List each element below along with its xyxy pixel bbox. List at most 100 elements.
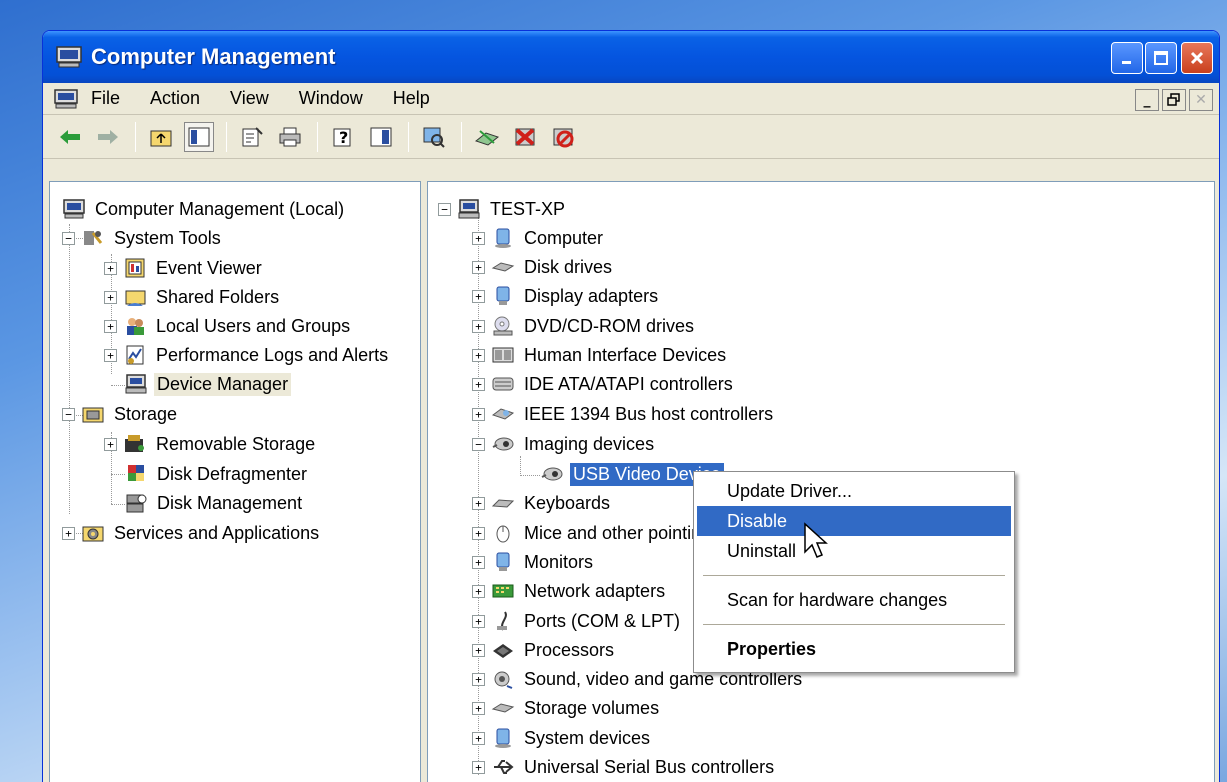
maximize-button[interactable] <box>1145 42 1177 74</box>
close-button[interactable] <box>1181 42 1213 74</box>
expand-toggle[interactable]: + <box>472 348 485 362</box>
tree-node-local-users[interactable]: + Local Users and Groups <box>104 312 353 340</box>
title-bar[interactable]: Computer Management <box>43 31 1219 83</box>
back-arrow-icon <box>60 129 80 144</box>
menu-item-uninstall[interactable]: Uninstall <box>697 536 1011 566</box>
tree-node-shared-folders[interactable]: + Shared Folders <box>104 283 282 311</box>
device-category-processors[interactable]: + Processors <box>472 636 617 664</box>
device-category-storage-volumes[interactable]: + Storage volumes <box>472 694 662 722</box>
tree-node-system-tools[interactable]: − System Tools <box>62 224 224 252</box>
console-tree-pane[interactable]: Computer Management (Local) − System Too… <box>49 181 421 782</box>
expand-toggle[interactable]: + <box>104 319 117 333</box>
device-category-ide[interactable]: + IDE ATA/ATAPI controllers <box>472 370 736 398</box>
mdi-minimize-button[interactable]: _ <box>1135 89 1159 111</box>
back-button[interactable] <box>55 122 85 152</box>
expand-toggle[interactable]: + <box>472 701 485 715</box>
tree-node-disk-defragmenter[interactable]: Disk Defragmenter <box>124 460 310 488</box>
uninstall-button[interactable] <box>510 122 540 152</box>
device-category-ieee1394[interactable]: + IEEE 1394 Bus host controllers <box>472 400 776 428</box>
tree-node-computer-management[interactable]: Computer Management (Local) <box>62 195 347 223</box>
expand-toggle[interactable]: + <box>472 584 485 598</box>
device-category-disk-drives[interactable]: + Disk drives <box>472 253 615 281</box>
tree-label: Disk Management <box>157 492 303 513</box>
update-driver-button[interactable] <box>472 122 502 152</box>
collapse-toggle[interactable]: − <box>62 231 75 245</box>
up-one-level-button[interactable] <box>146 122 176 152</box>
expand-toggle[interactable]: + <box>472 377 485 391</box>
tree-node-device-manager[interactable]: Device Manager <box>124 370 292 398</box>
expand-toggle[interactable]: + <box>62 526 75 540</box>
collapse-toggle[interactable]: − <box>438 202 451 216</box>
menu-window[interactable]: Window <box>299 88 363 109</box>
device-category-computer[interactable]: + Computer <box>472 224 606 252</box>
close-icon <box>1190 51 1204 65</box>
expand-toggle[interactable]: + <box>104 290 117 304</box>
disable-button[interactable] <box>548 122 578 152</box>
tree-label: System Tools <box>114 227 221 248</box>
expand-toggle[interactable]: + <box>472 289 485 303</box>
device-category-label: Computer <box>524 227 604 248</box>
device-category-monitors[interactable]: + Monitors <box>472 548 596 576</box>
mdi-close-button[interactable]: ✕ <box>1189 89 1213 111</box>
device-category-system-devices[interactable]: + System devices <box>472 724 653 752</box>
expand-toggle[interactable]: + <box>472 231 485 245</box>
expand-toggle[interactable]: + <box>104 348 117 362</box>
collapse-toggle[interactable]: − <box>62 407 75 421</box>
expand-toggle[interactable]: + <box>472 760 485 774</box>
expand-toggle[interactable]: + <box>472 496 485 510</box>
collapse-toggle[interactable]: − <box>472 437 485 451</box>
menu-action[interactable]: Action <box>150 88 200 109</box>
expand-toggle[interactable]: + <box>472 319 485 333</box>
device-category-label: Storage volumes <box>524 697 660 718</box>
menu-view[interactable]: View <box>230 88 269 109</box>
tree-node-storage[interactable]: − Storage <box>62 400 180 428</box>
device-category-dvd-cd-rom[interactable]: + DVD/CD-ROM drives <box>472 312 697 340</box>
disk-management-icon <box>126 494 147 513</box>
computer-icon[interactable] <box>53 88 79 110</box>
device-category-display-adapters[interactable]: + Display adapters <box>472 282 661 310</box>
properties-button[interactable] <box>237 122 267 152</box>
device-category-label: Universal Serial Bus controllers <box>524 756 775 777</box>
tree-label: Disk Defragmenter <box>157 463 308 484</box>
tree-node-disk-management[interactable]: Disk Management <box>124 489 305 517</box>
expand-toggle[interactable]: + <box>104 261 117 275</box>
menu-item-scan-hardware[interactable]: Scan for hardware changes <box>697 585 1011 615</box>
forward-button[interactable] <box>93 122 123 152</box>
device-category-keyboards[interactable]: + Keyboards <box>472 489 613 517</box>
tree-node-performance-logs[interactable]: + Performance Logs and Alerts <box>104 341 391 369</box>
device-category-usb[interactable]: + Universal Serial Bus controllers <box>472 753 777 781</box>
tree-node-services-applications[interactable]: + Services and Applications <box>62 519 322 547</box>
menu-item-update-driver[interactable]: Update Driver... <box>697 476 1011 506</box>
menu-bar: File Action View Window Help <box>43 83 1219 115</box>
device-category-hid[interactable]: + Human Interface Devices <box>472 341 729 369</box>
minimize-button[interactable] <box>1111 42 1143 74</box>
device-category-network[interactable]: + Network adapters <box>472 577 668 605</box>
scan-hardware-button[interactable] <box>419 122 449 152</box>
menu-file[interactable]: File <box>91 88 120 109</box>
show-hide-action-pane-button[interactable] <box>366 122 396 152</box>
device-category-imaging[interactable]: − Imaging devices <box>472 430 657 458</box>
expand-toggle[interactable]: + <box>472 614 485 628</box>
expand-toggle[interactable]: + <box>472 407 485 421</box>
expand-toggle[interactable]: + <box>472 731 485 745</box>
help-button[interactable]: ? <box>328 122 358 152</box>
show-hide-tree-button[interactable] <box>184 121 214 152</box>
update-driver-icon <box>474 129 500 146</box>
menu-item-disable[interactable]: Disable <box>697 506 1011 536</box>
mdi-restore-button[interactable] <box>1162 89 1186 111</box>
device-category-ports[interactable]: + Ports (COM & LPT) <box>472 607 683 635</box>
tree-node-removable-storage[interactable]: + Removable Storage <box>104 430 318 458</box>
expand-toggle[interactable]: + <box>104 437 117 451</box>
tree-node-event-viewer[interactable]: + Event Viewer <box>104 254 265 282</box>
expand-toggle[interactable]: + <box>472 260 485 274</box>
device-tree-root[interactable]: − TEST-XP <box>438 195 568 223</box>
menu-item-properties[interactable]: Properties <box>697 634 1011 664</box>
expand-toggle[interactable]: + <box>472 555 485 569</box>
print-button[interactable] <box>275 122 305 152</box>
expand-toggle[interactable]: + <box>472 526 485 540</box>
device-manager-icon <box>125 374 147 394</box>
mouse-icon <box>496 525 510 543</box>
expand-toggle[interactable]: + <box>472 672 485 686</box>
menu-help[interactable]: Help <box>393 88 430 109</box>
expand-toggle[interactable]: + <box>472 643 485 657</box>
